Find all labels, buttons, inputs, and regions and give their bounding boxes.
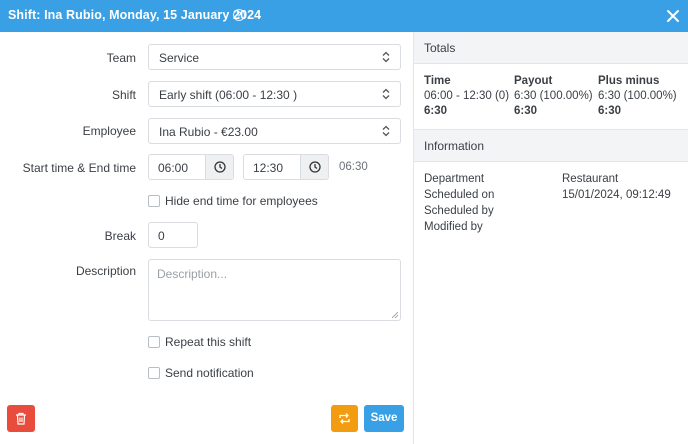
repeat-shift-label: Repeat this shift	[165, 335, 252, 349]
totals-payout-value: 6:30 (100.00%)	[514, 90, 593, 102]
resize-handle-icon[interactable]	[392, 312, 398, 318]
break-input[interactable]: 0	[148, 222, 198, 248]
employee-select[interactable]: Ina Rubio - €23.00	[148, 118, 401, 144]
hide-end-time-label: Hide end time for employees	[165, 194, 318, 208]
repeat-button[interactable]	[331, 405, 358, 432]
info-value-department: Restaurant	[562, 173, 619, 185]
totals-payout-total: 6:30	[514, 105, 538, 117]
repeat-shift-checkbox[interactable]	[148, 336, 160, 348]
break-value: 0	[158, 229, 165, 243]
chevron-updown-icon	[382, 125, 390, 137]
employee-label: Employee	[82, 124, 136, 138]
delete-button[interactable]	[7, 405, 35, 432]
totals-plusminus-total: 6:30	[598, 105, 622, 117]
end-time-input[interactable]: 12:30	[243, 154, 329, 180]
information-title: Information	[424, 139, 485, 153]
description-textarea[interactable]: Description...	[148, 259, 401, 321]
info-label-modified-by: Modified by	[424, 221, 483, 233]
start-time-input[interactable]: 06:00	[148, 154, 234, 180]
summary-panel: Totals Time 06:00 - 12:30 (0) 6:30 Payou…	[413, 32, 688, 444]
hide-end-time-checkbox[interactable]	[148, 195, 160, 207]
shift-form: Team Service Shift Early shift (06:00 - …	[0, 32, 412, 444]
information-body: Department Restaurant Scheduled on 15/01…	[414, 162, 688, 444]
time-label: Start time & End time	[22, 161, 136, 175]
shift-value: Early shift (06:00 - 12:30 )	[159, 88, 298, 102]
close-icon[interactable]	[664, 7, 682, 25]
clock-icon	[309, 161, 321, 173]
totals-plusminus-value: 6:30 (100.00%)	[598, 90, 677, 102]
end-time-value: 12:30	[253, 161, 284, 175]
shift-label: Shift	[111, 88, 136, 102]
break-label: Break	[104, 229, 136, 243]
start-time-value: 06:00	[158, 161, 189, 175]
totals-body: Time 06:00 - 12:30 (0) 6:30 Payout 6:30 …	[414, 64, 688, 130]
send-notification-label: Send notification	[165, 366, 254, 380]
dialog-title: Shift: Ina Rubio, Monday, 15 January 202…	[8, 8, 262, 22]
send-notification-checkbox[interactable]	[148, 367, 160, 379]
info-label-scheduled-on: Scheduled on	[424, 189, 495, 201]
totals-time-range: 06:00 - 12:30 (0)	[424, 90, 510, 102]
chevron-updown-icon	[382, 51, 390, 63]
totals-time-title: Time	[424, 75, 451, 87]
description-label: Description	[75, 264, 136, 278]
information-header: Information	[414, 130, 688, 162]
totals-payout-title: Payout	[514, 75, 553, 87]
end-time-picker-button[interactable]	[300, 155, 328, 179]
info-value-scheduled-on: 15/01/2024, 09:12:49	[562, 189, 671, 201]
team-value: Service	[159, 51, 200, 65]
totals-plusminus-title: Plus minus	[598, 75, 660, 87]
employee-value: Ina Rubio - €23.00	[159, 125, 258, 139]
save-button[interactable]: Save	[364, 405, 404, 432]
start-time-picker-button[interactable]	[205, 155, 233, 179]
totals-time-total: 6:30	[424, 105, 448, 117]
info-label-department: Department	[424, 173, 485, 185]
dialog-header: Shift: Ina Rubio, Monday, 15 January 202…	[0, 0, 688, 32]
shift-select[interactable]: Early shift (06:00 - 12:30 )	[148, 81, 401, 107]
shift-duration: 06:30	[339, 161, 368, 173]
trash-icon	[16, 412, 26, 425]
totals-header: Totals	[414, 32, 688, 64]
description-placeholder: Description...	[157, 267, 228, 281]
help-icon[interactable]: ?	[233, 9, 245, 21]
totals-title: Totals	[424, 41, 456, 55]
chevron-updown-icon	[382, 88, 390, 100]
repeat-icon	[339, 413, 350, 424]
team-label: Team	[106, 51, 136, 65]
info-label-scheduled-by: Scheduled by	[424, 205, 494, 217]
team-select[interactable]: Service	[148, 44, 401, 70]
clock-icon	[214, 161, 226, 173]
